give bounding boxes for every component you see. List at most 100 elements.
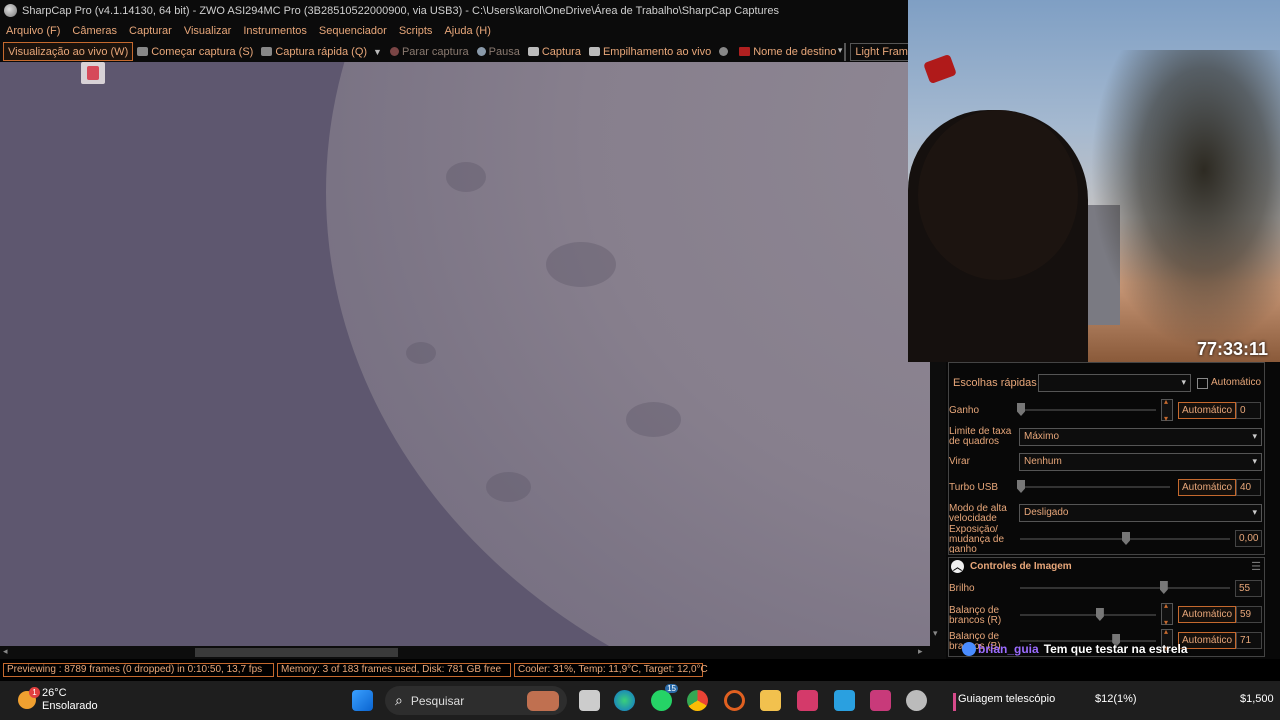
exposure-gain-change-label: Exposição/ mudança de ganho bbox=[949, 525, 1005, 553]
opera-icon[interactable] bbox=[724, 690, 745, 711]
preview-status: Previewing : 8789 frames (0 dropped) in … bbox=[3, 663, 274, 677]
scrollbar-thumb[interactable] bbox=[195, 648, 398, 657]
search-icon: ⌕ bbox=[395, 692, 403, 708]
target-name-dropdown[interactable] bbox=[838, 42, 847, 61]
video-camera-icon bbox=[137, 47, 149, 56]
toolbar: Visualização ao vivo (W) Começar captura… bbox=[0, 41, 908, 62]
wb-red-spinner[interactable] bbox=[1161, 601, 1173, 627]
stop-capture-button[interactable]: Parar captura bbox=[386, 42, 473, 61]
chat-text: Tem que testar na estrela bbox=[1043, 642, 1188, 656]
crater bbox=[406, 342, 436, 364]
windows-start-icon[interactable] bbox=[352, 690, 373, 711]
quick-choices-auto-checkbox[interactable] bbox=[1197, 378, 1208, 389]
pause-button[interactable]: Pausa bbox=[473, 42, 524, 61]
wb-red-slider[interactable] bbox=[1020, 614, 1156, 616]
menu-arquivo[interactable]: Arquivo (F) bbox=[0, 25, 66, 37]
pause-icon bbox=[476, 47, 486, 56]
quick-choices-label: Escolhas rápidas bbox=[953, 377, 1037, 389]
scroll-down-icon[interactable]: ▾ bbox=[933, 628, 938, 639]
frame-type-dropdown[interactable]: Light Frames bbox=[850, 42, 908, 61]
menu-instrumentos[interactable]: Instrumentos bbox=[237, 25, 313, 37]
weather-badge: 1 bbox=[29, 687, 40, 698]
app-blue-icon[interactable] bbox=[834, 690, 855, 711]
media-indicator bbox=[953, 693, 956, 711]
status-bar: Previewing : 8789 frames (0 dropped) in … bbox=[0, 659, 1280, 681]
usb-turbo-auto-button[interactable]: Automático bbox=[1178, 479, 1237, 496]
menu-scripts[interactable]: Scripts bbox=[393, 25, 439, 37]
gain-value[interactable]: 0 bbox=[1236, 402, 1261, 419]
camera-viewport[interactable] bbox=[0, 62, 930, 646]
scroll-left-icon[interactable]: ◂ bbox=[3, 646, 8, 657]
crater bbox=[486, 472, 531, 502]
scroll-right-icon[interactable]: ▸ bbox=[918, 646, 923, 657]
crater bbox=[446, 162, 486, 192]
whatsapp-icon[interactable]: 15 bbox=[651, 684, 678, 711]
menu-cameras[interactable]: Câmeras bbox=[66, 25, 123, 37]
chrome-icon[interactable] bbox=[687, 690, 708, 711]
target-toggle[interactable] bbox=[715, 42, 735, 61]
brightness-slider[interactable] bbox=[1020, 587, 1230, 589]
overlay-app-icon[interactable] bbox=[81, 62, 105, 84]
flip-dropdown[interactable]: Nenhum bbox=[1019, 453, 1262, 471]
app-pink-icon[interactable] bbox=[797, 690, 818, 711]
stop-capture-label: Parar captura bbox=[401, 45, 469, 58]
exposure-gain-change-value[interactable]: 0,00 bbox=[1235, 530, 1262, 547]
high-speed-mode-dropdown[interactable]: Desligado bbox=[1019, 504, 1262, 522]
app-magenta-icon[interactable] bbox=[870, 690, 891, 711]
stat-percent: $12(1%) bbox=[1095, 693, 1137, 705]
live-view-button[interactable]: Visualização ao vivo (W) bbox=[3, 42, 134, 61]
weather-widget[interactable]: 1 26°C Ensolarado bbox=[18, 687, 98, 713]
menu-capturar[interactable]: Capturar bbox=[123, 25, 178, 37]
task-view-icon[interactable] bbox=[579, 690, 600, 711]
stat-amount: $1,500 bbox=[1240, 693, 1274, 705]
live-stack-button[interactable]: Empilhamento ao vivo bbox=[585, 42, 715, 61]
media-label[interactable]: Guiagem telescópio bbox=[958, 693, 1055, 705]
menu-sequenciador[interactable]: Sequenciador bbox=[313, 25, 393, 37]
menu-icon[interactable]: ☰ bbox=[1251, 560, 1261, 573]
gain-auto-button[interactable]: Automático bbox=[1178, 402, 1237, 419]
memory-status: Memory: 3 of 183 frames used, Disk: 781 … bbox=[277, 663, 511, 677]
usb-turbo-value[interactable]: 40 bbox=[1236, 479, 1261, 496]
pause-label: Pausa bbox=[488, 45, 520, 58]
telescope-finder bbox=[923, 53, 957, 85]
weather-temp: 26°C bbox=[42, 687, 67, 699]
gain-spinner[interactable] bbox=[1161, 397, 1173, 423]
edge-browser-icon[interactable] bbox=[614, 690, 635, 711]
target-name-label: Nome de destino bbox=[735, 42, 840, 61]
window-title: SharpCap Pro (v4.1.14130, 64 bit) - ZWO … bbox=[22, 4, 779, 17]
crater bbox=[626, 402, 681, 437]
wb-red-auto-button[interactable]: Automático bbox=[1178, 606, 1237, 623]
stack-icon bbox=[588, 47, 600, 56]
moon-image bbox=[326, 62, 930, 646]
gain-slider[interactable] bbox=[1020, 409, 1156, 411]
frame-rate-limit-dropdown[interactable]: Máximo bbox=[1019, 428, 1262, 446]
menu-visualizar[interactable]: Visualizar bbox=[178, 25, 238, 37]
live-stack-label: Empilhamento ao vivo bbox=[602, 45, 712, 58]
wb-blue-value[interactable]: 71 bbox=[1236, 632, 1262, 649]
flip-label: Virar bbox=[949, 456, 970, 467]
usb-turbo-slider[interactable] bbox=[1020, 486, 1170, 488]
quick-choices-dropdown[interactable] bbox=[1038, 374, 1191, 392]
chat-avatar bbox=[962, 642, 976, 656]
record-icon bbox=[739, 47, 751, 56]
vertical-scrollbar[interactable]: ▾ bbox=[930, 360, 946, 659]
quick-capture-button[interactable]: Captura rápida (Q) ▼ bbox=[257, 42, 386, 61]
snapshot-button[interactable]: Captura bbox=[524, 42, 585, 61]
file-explorer-icon[interactable] bbox=[760, 690, 781, 711]
taskbar-search[interactable]: ⌕ Pesquisar bbox=[385, 686, 567, 715]
gain-label: Ganho bbox=[949, 405, 980, 416]
cooler-status: Cooler: 31%, Temp: 11,9°C, Target: 12,0°… bbox=[514, 663, 708, 677]
video-camera-icon bbox=[261, 47, 273, 56]
chevron-down-icon[interactable]: ▼ bbox=[373, 47, 382, 57]
collapse-icon[interactable]: ︿ bbox=[951, 559, 964, 573]
horizontal-scrollbar[interactable]: ◂ ▸ bbox=[0, 646, 930, 659]
image-controls-header[interactable]: ︿ Controles de Imagem ☰ bbox=[948, 557, 1265, 575]
snapshot-label: Captura bbox=[541, 45, 581, 58]
sharpcap-taskbar-icon[interactable] bbox=[906, 690, 927, 711]
start-capture-button[interactable]: Começar captura (S) bbox=[133, 42, 257, 61]
wb-red-value[interactable]: 59 bbox=[1236, 606, 1262, 623]
quick-capture-label: Captura rápida (Q) bbox=[275, 45, 368, 58]
brightness-value[interactable]: 55 bbox=[1235, 580, 1262, 597]
menu-ajuda[interactable]: Ajuda (H) bbox=[438, 25, 496, 37]
image-controls-title: Controles de Imagem bbox=[970, 560, 1072, 572]
